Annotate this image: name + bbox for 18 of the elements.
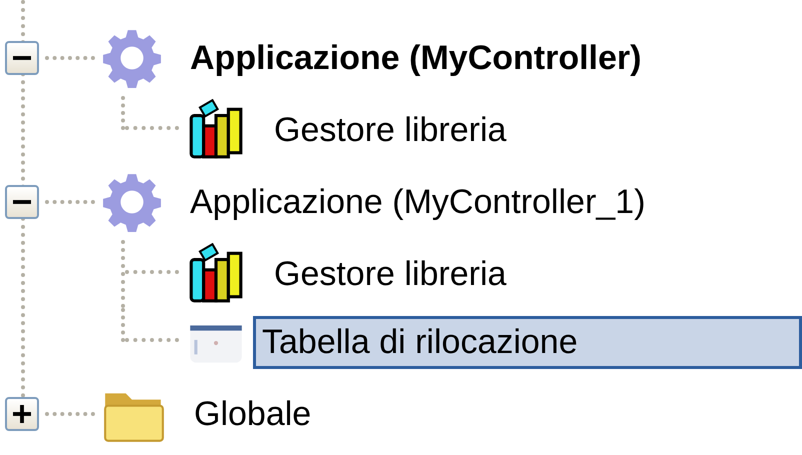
connector-line: [45, 56, 95, 60]
connector-line: [45, 200, 95, 204]
tree-item[interactable]: Tabella di rilocazione: [253, 316, 802, 368]
tree-item[interactable]: Applicazione (MyController_1): [181, 176, 654, 228]
expand-button[interactable]: [5, 397, 39, 431]
tree-item[interactable]: Gestore libreria: [265, 104, 516, 156]
tree-item[interactable]: Applicazione (MyController): [181, 32, 650, 84]
tree-item[interactable]: Globale: [185, 388, 320, 440]
gear-icon: [101, 171, 163, 233]
connector-line: [45, 412, 95, 416]
minus-icon: [13, 200, 31, 204]
collapse-button[interactable]: [5, 185, 39, 219]
minus-icon: [13, 56, 31, 60]
connector-line: [121, 96, 179, 130]
collapse-button[interactable]: [5, 41, 39, 75]
plus-icon: [13, 405, 31, 423]
tree-item[interactable]: Gestore libreria: [265, 248, 516, 300]
gear-icon: [101, 27, 163, 89]
